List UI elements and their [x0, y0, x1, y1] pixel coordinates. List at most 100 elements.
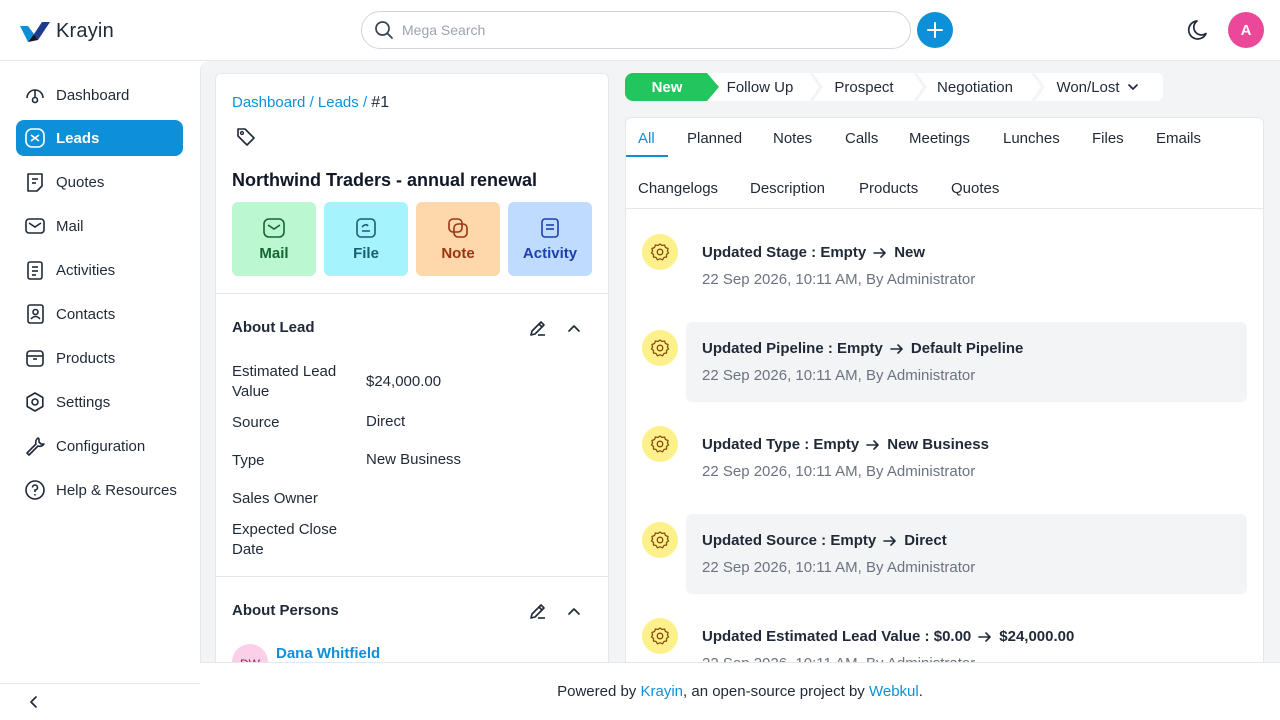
attr-label: Type: [232, 452, 265, 469]
note-icon: [448, 217, 468, 238]
wrench-icon: [26, 437, 45, 456]
tab-files[interactable]: Files: [1092, 130, 1124, 147]
activity-new-value: Direct: [904, 532, 947, 549]
mail-icon: [263, 217, 285, 238]
activity-title: Updated Pipeline : Empty Default Pipelin…: [702, 340, 1023, 357]
krayin-link[interactable]: Krayin: [640, 683, 683, 700]
activity-action-button[interactable]: Activity: [508, 202, 592, 276]
tab-all[interactable]: All: [638, 130, 655, 147]
tab-planned[interactable]: Planned: [687, 130, 742, 147]
tab-meetings[interactable]: Meetings: [909, 130, 970, 147]
tab-changelogs[interactable]: Changelogs: [638, 180, 718, 197]
gear-icon: [650, 339, 670, 357]
sidebar-item-label: Configuration: [56, 437, 146, 455]
sidebar-item-help[interactable]: Help & Resources: [16, 472, 183, 508]
sidebar-item-dashboard[interactable]: Dashboard: [16, 77, 183, 113]
sidebar-item-label: Mail: [56, 217, 84, 235]
action-label: File: [353, 244, 379, 262]
sidebar-item-label: Products: [56, 349, 116, 367]
activity-meta: 22 Sep 2026, 10:11 AM, By Administrator: [702, 463, 976, 480]
tab-emails[interactable]: Emails: [1156, 130, 1201, 147]
breadcrumb: Dashboard / Leads / #1: [232, 94, 389, 112]
sidebar-item-activities[interactable]: Activities: [16, 252, 183, 288]
active-tab-indicator: [626, 155, 668, 157]
about-persons-title: About Persons: [232, 602, 339, 619]
gear-icon: [650, 435, 670, 453]
activity-field: Updated Stage : Empty: [702, 244, 867, 261]
activity-title: Updated Stage : Empty New: [702, 244, 925, 261]
dark-mode-toggle[interactable]: [1186, 17, 1212, 46]
breadcrumb-dashboard[interactable]: Dashboard: [232, 94, 305, 111]
person-name-link[interactable]: Dana Whitfield: [276, 645, 380, 662]
breadcrumb-current: #1: [371, 94, 390, 111]
sidebar-collapse-button[interactable]: [0, 683, 200, 720]
sidebar-item-leads[interactable]: Leads: [16, 120, 183, 156]
sidebar-item-label: Leads: [56, 129, 100, 147]
sidebar-item-mail[interactable]: Mail: [16, 208, 183, 244]
stage-follow-up[interactable]: Follow Up: [707, 73, 813, 101]
activity-meta: 22 Sep 2026, 10:11 AM, By Administrator: [702, 271, 976, 288]
action-label: Mail: [259, 244, 289, 262]
chevron-down-icon: [1127, 84, 1138, 90]
file-action-button[interactable]: File: [324, 202, 408, 276]
activities-icon: [27, 261, 43, 280]
stage-negotiation[interactable]: Negotiation: [915, 73, 1035, 101]
breadcrumb-leads[interactable]: Leads: [318, 94, 359, 111]
arrow-right-icon: [883, 535, 897, 546]
tab-quotes[interactable]: Quotes: [951, 180, 999, 197]
quick-create-button[interactable]: [917, 12, 953, 48]
tab-calls[interactable]: Calls: [845, 130, 878, 147]
sidebar-item-quotes[interactable]: Quotes: [16, 164, 183, 200]
action-label: Note: [441, 244, 475, 262]
activity-meta: 22 Sep 2026, 10:11 AM, By Administrator: [702, 367, 976, 384]
edit-persons-button[interactable]: [528, 601, 548, 624]
search-input[interactable]: [402, 22, 882, 38]
file-icon: [356, 217, 376, 238]
activity-field: Updated Type : Empty: [702, 436, 860, 453]
tab-description[interactable]: Description: [750, 180, 825, 197]
mega-search[interactable]: [361, 11, 911, 49]
activity-title: Updated Type : Empty New Business: [702, 436, 989, 453]
note-action-button[interactable]: Note: [416, 202, 500, 276]
lead-title: Northwind Traders - annual renewal: [232, 170, 538, 190]
app-logo[interactable]: Krayin: [18, 18, 114, 44]
gear-icon: [650, 243, 670, 261]
arrow-right-icon: [890, 343, 903, 354]
tab-products[interactable]: Products: [859, 180, 918, 197]
pipeline-stages: New Follow Up Prospect Negotiation Won/L…: [625, 73, 1163, 101]
stage-new[interactable]: New: [625, 73, 709, 101]
attr-value: Direct: [366, 413, 406, 430]
activity-new-value: Default Pipeline: [910, 340, 1024, 357]
sidebar-item-configuration[interactable]: Configuration: [16, 428, 183, 464]
tab-notes[interactable]: Notes: [773, 130, 812, 147]
stage-prospect[interactable]: Prospect: [811, 73, 917, 101]
dashboard-icon: [26, 89, 44, 104]
stage-won-lost[interactable]: Won/Lost: [1033, 73, 1163, 101]
tab-lunches[interactable]: Lunches: [1003, 130, 1060, 147]
activity-field: Updated Estimated Lead Value : $0.00: [702, 628, 972, 645]
sidebar-item-settings[interactable]: Settings: [16, 384, 183, 420]
edit-lead-button[interactable]: [528, 318, 548, 341]
activity-meta: 22 Sep 2026, 10:11 AM, By Administrator: [702, 559, 976, 576]
sidebar: Dashboard Leads Quotes Mail Activities C…: [0, 61, 200, 720]
collapse-persons-button[interactable]: [566, 603, 582, 622]
webkul-link[interactable]: Webkul: [869, 683, 919, 700]
lead-detail-panel: Dashboard / Leads / #1 Northwind Traders…: [215, 73, 609, 673]
activity-icon-badge: [642, 330, 678, 366]
sidebar-item-products[interactable]: Products: [16, 340, 183, 376]
user-avatar[interactable]: A: [1228, 12, 1264, 48]
mail-action-button[interactable]: Mail: [232, 202, 316, 276]
activity-item: [686, 514, 1247, 594]
mail-icon: [25, 218, 45, 234]
activity-item: [686, 322, 1247, 402]
leads-icon: [25, 128, 45, 148]
products-icon: [26, 350, 44, 367]
collapse-lead-button[interactable]: [566, 320, 582, 339]
activity-item: [686, 226, 1247, 306]
sidebar-item-contacts[interactable]: Contacts: [16, 296, 183, 332]
add-tag-button[interactable]: [236, 127, 256, 150]
footer-middle: , an open-source project by: [683, 683, 865, 700]
stage-label: Follow Up: [726, 78, 794, 96]
help-icon: [25, 480, 45, 500]
tag-icon: [237, 128, 255, 146]
